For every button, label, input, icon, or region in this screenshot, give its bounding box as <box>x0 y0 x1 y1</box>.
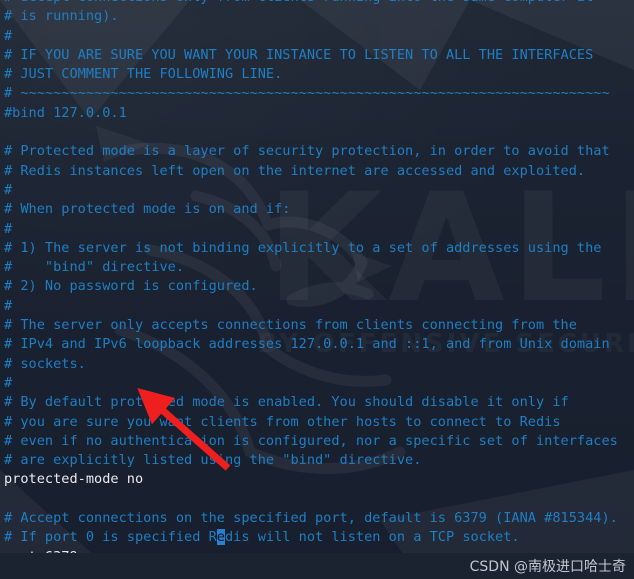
editor-line[interactable]: # accept connections only from clients r… <box>0 0 634 7</box>
editor-line[interactable]: # Redis instances left open on the inter… <box>0 162 634 181</box>
editor-line[interactable]: # <box>0 220 634 239</box>
line-text-before-cursor: # If port 0 is specified R <box>4 529 217 546</box>
line-text-after-cursor: dis will not listen on a TCP socket. <box>224 529 520 546</box>
editor-line[interactable]: # even if no authentication is configure… <box>0 432 634 451</box>
editor-line[interactable]: protected-mode no <box>0 470 634 489</box>
editor-line[interactable]: # IPv4 and IPv6 loopback addresses 127.0… <box>0 335 634 354</box>
editor-line[interactable]: # JUST COMMENT THE FOLLOWING LINE. <box>0 65 634 84</box>
text-cursor[interactable]: e <box>216 529 225 546</box>
editor-line[interactable]: # is running). <box>0 7 634 26</box>
editor-line[interactable]: # you are sure you want clients from oth… <box>0 413 634 432</box>
editor-line[interactable]: # are explicitly listed using the "bind"… <box>0 451 634 470</box>
terminal-window: KALI BY OFFENSIVE SECURITY # accept conn… <box>0 0 634 579</box>
editor-line[interactable]: # 2) No password is configured. <box>0 277 634 296</box>
editor-line[interactable]: # <box>0 374 634 393</box>
editor-line[interactable] <box>0 490 634 509</box>
editor-line[interactable]: # Protected mode is a layer of security … <box>0 142 634 161</box>
editor-line[interactable]: # The server only accepts connections fr… <box>0 316 634 335</box>
editor-line[interactable]: # <box>0 181 634 200</box>
editor-line[interactable]: # <box>0 27 634 46</box>
editor-line[interactable]: # By default protected mode is enabled. … <box>0 393 634 412</box>
editor-line[interactable]: # "bind" directive. <box>0 258 634 277</box>
editor-line[interactable]: # When protected mode is on and if: <box>0 200 634 219</box>
editor-line[interactable]: # sockets. <box>0 355 634 374</box>
editor-text-buffer[interactable]: # accept connections only from clients r… <box>0 0 634 579</box>
editor-line[interactable]: # If port 0 is specified Redis will not … <box>0 528 634 547</box>
editor-line[interactable]: # ~~~~~~~~~~~~~~~~~~~~~~~~~~~~~~~~~~~~~~… <box>0 84 634 103</box>
editor-line[interactable]: # Accept connections on the specified po… <box>0 509 634 528</box>
editor-line[interactable] <box>0 123 634 142</box>
editor-line[interactable]: # 1) The server is not binding explicitl… <box>0 239 634 258</box>
vim-status-line: -- 插入 -- <box>0 553 634 579</box>
editor-line[interactable]: # IF YOU ARE SURE YOU WANT YOUR INSTANCE… <box>0 46 634 65</box>
editor-line[interactable]: # <box>0 297 634 316</box>
editor-line[interactable]: #bind 127.0.0.1 <box>0 104 634 123</box>
